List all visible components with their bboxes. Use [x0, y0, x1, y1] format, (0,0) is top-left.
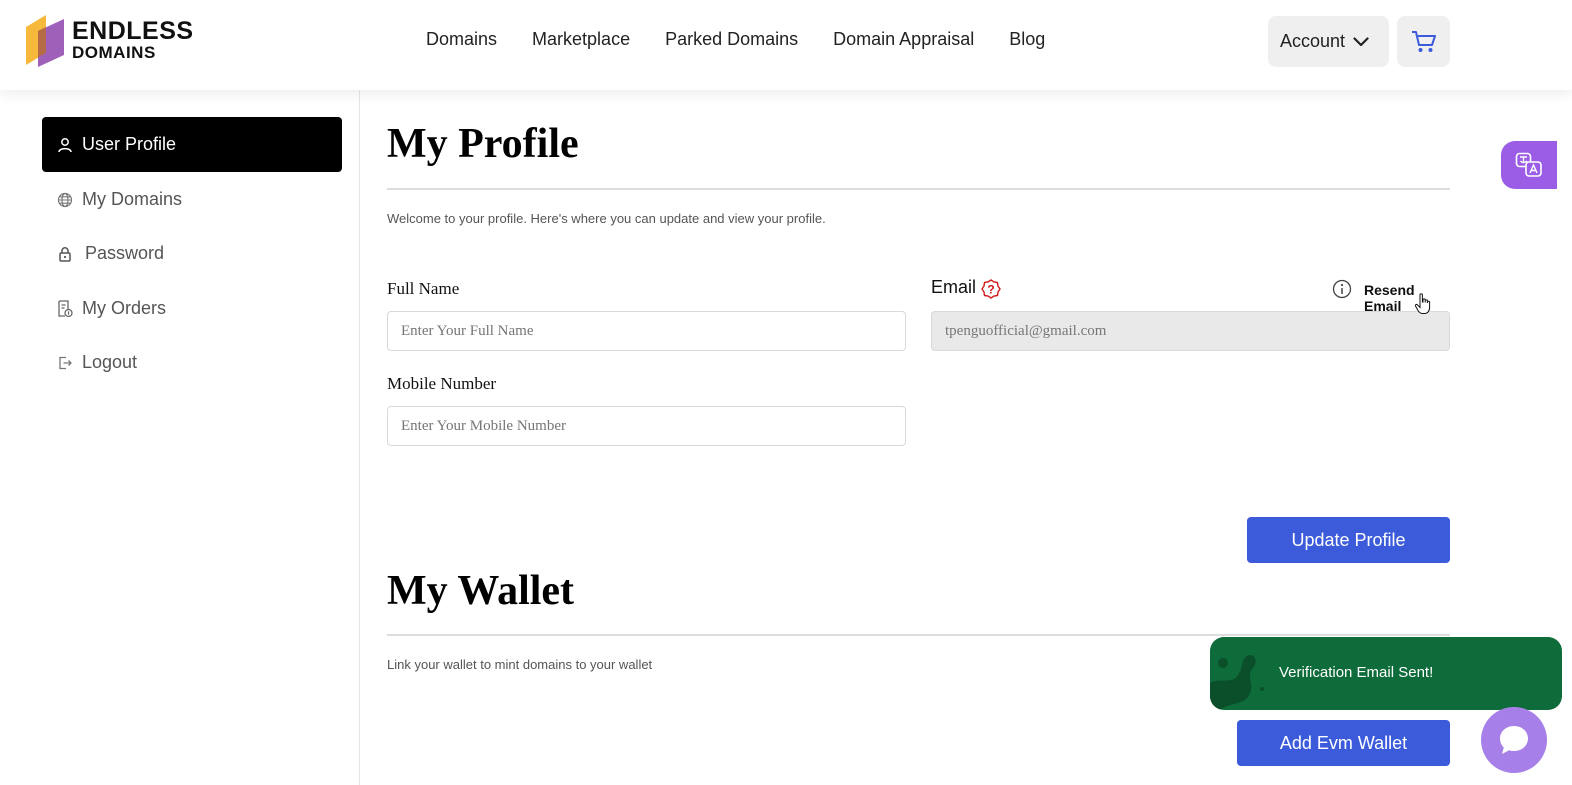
- nav-blog[interactable]: Blog: [1009, 29, 1045, 50]
- email-label: Email: [931, 277, 977, 297]
- email-field[interactable]: [931, 311, 1450, 351]
- toast-notification[interactable]: Verification Email Sent!: [1210, 637, 1562, 710]
- nav-domains[interactable]: Domains: [426, 29, 497, 50]
- account-label: Account: [1280, 31, 1346, 51]
- mobile-number-label: Mobile Number: [387, 374, 497, 393]
- sidebar-item-label: User Profile: [82, 134, 177, 154]
- chevron-down-icon: [1353, 36, 1369, 46]
- account-dropdown-button[interactable]: Account: [1268, 16, 1389, 67]
- globe-icon: [56, 191, 74, 209]
- full-name-input[interactable]: [387, 311, 906, 351]
- profile-subtitle: Welcome to your profile. Here's where yo…: [387, 211, 826, 226]
- sidebar-item-label: My Orders: [82, 298, 167, 318]
- wallet-subtitle: Link your wallet to mint domains to your…: [387, 657, 653, 672]
- chat-bubble-icon: [1500, 726, 1528, 754]
- sidebar-item-my-domains[interactable]: My Domains: [42, 172, 342, 227]
- resend-email-link[interactable]: Resend Email: [1364, 282, 1450, 314]
- main-nav: Domains Marketplace Parked Domains Domai…: [426, 29, 1045, 50]
- nav-domain-appraisal[interactable]: Domain Appraisal: [833, 29, 974, 50]
- brand-name-line1: ENDLESS: [72, 17, 194, 45]
- user-icon: [56, 136, 74, 154]
- help-question-icon[interactable]: ?: [981, 279, 1001, 299]
- profile-divider: [387, 188, 1450, 190]
- wallet-divider: [387, 634, 1450, 636]
- sidebar-item-label: My Domains: [82, 189, 183, 209]
- translate-icon: [1515, 152, 1542, 177]
- toast-decoration-icon: [1210, 655, 1264, 710]
- hand-pointer-cursor-icon: [1414, 293, 1431, 314]
- info-icon[interactable]: [1332, 279, 1352, 299]
- mobile-number-input[interactable]: [387, 406, 906, 446]
- cart-icon: [1411, 30, 1436, 52]
- add-evm-wallet-button[interactable]: Add Evm Wallet: [1237, 720, 1450, 766]
- sidebar-item-label: Password: [85, 243, 165, 263]
- translate-button[interactable]: [1501, 141, 1557, 189]
- sidebar-item-label: Logout: [82, 352, 138, 372]
- profile-sidebar: User Profile My Domains Password My Orde…: [0, 90, 360, 785]
- svg-text:?: ?: [987, 283, 994, 297]
- cart-button[interactable]: [1397, 16, 1450, 67]
- sidebar-item-password[interactable]: Password: [42, 226, 342, 281]
- sidebar-item-my-orders[interactable]: My Orders: [42, 281, 342, 336]
- sidebar-item-user-profile[interactable]: User Profile: [42, 117, 342, 172]
- logout-icon: [56, 354, 74, 372]
- update-profile-button[interactable]: Update Profile: [1247, 517, 1450, 563]
- toast-message: Verification Email Sent!: [1279, 664, 1434, 681]
- chat-button[interactable]: [1481, 707, 1547, 773]
- logo-mark-icon: [26, 15, 64, 67]
- brand-name-line2: DOMAINS: [72, 43, 156, 62]
- receipt-icon: [56, 299, 74, 318]
- wallet-title: My Wallet: [387, 568, 575, 614]
- brand-logo[interactable]: ENDLESS DOMAINS: [24, 13, 194, 69]
- top-header: ENDLESS DOMAINS Domains Marketplace Park…: [0, 0, 1572, 90]
- full-name-label: Full Name: [387, 279, 460, 298]
- nav-marketplace[interactable]: Marketplace: [532, 29, 630, 50]
- sidebar-item-logout[interactable]: Logout: [42, 335, 342, 390]
- nav-parked-domains[interactable]: Parked Domains: [665, 29, 798, 50]
- lock-icon: [56, 245, 74, 263]
- profile-title: My Profile: [387, 121, 579, 167]
